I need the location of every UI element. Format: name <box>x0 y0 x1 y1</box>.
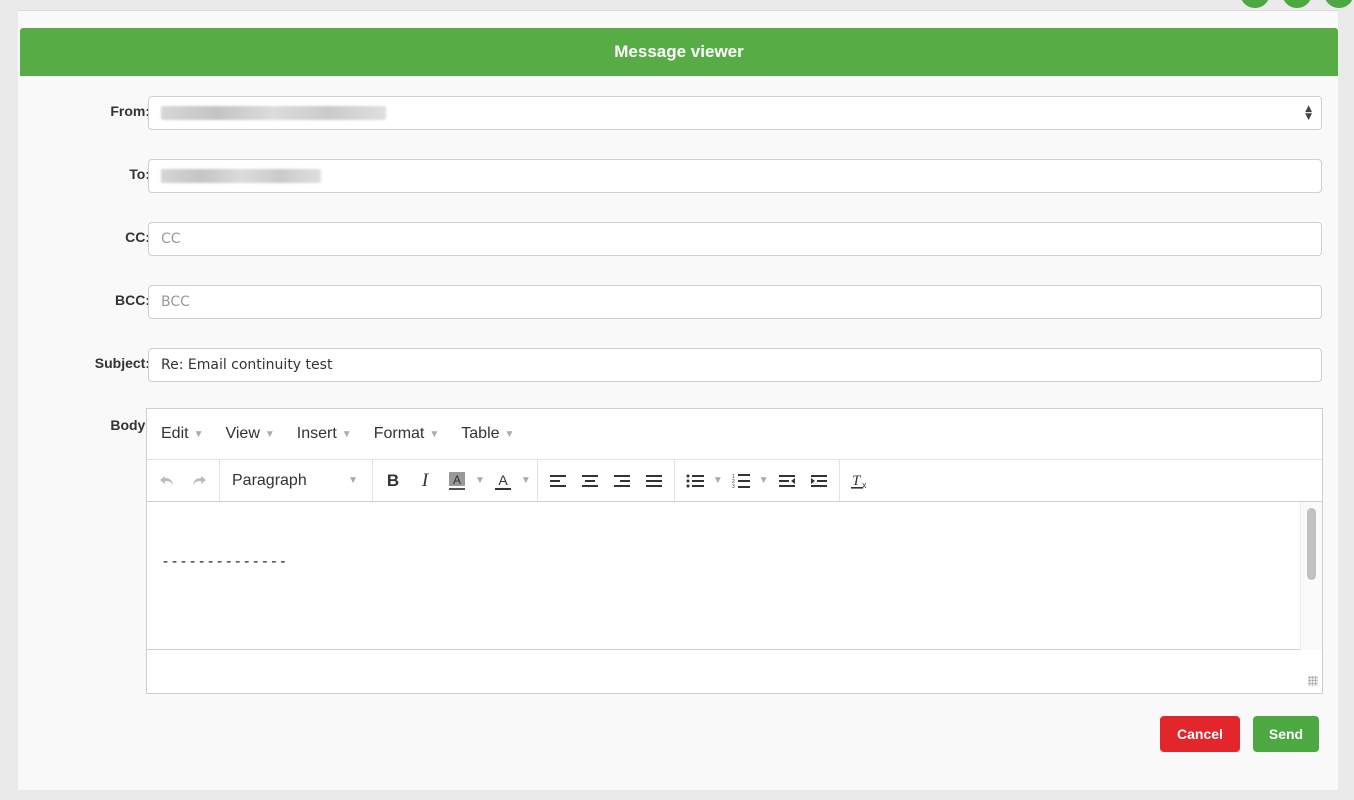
subject-field[interactable]: Re: Email continuity test <box>148 348 1322 382</box>
svg-text:T: T <box>852 473 862 489</box>
clear-format-group: Tx <box>840 460 880 501</box>
svg-text:A: A <box>498 472 508 488</box>
caret-down-icon: ▼ <box>264 428 275 440</box>
menu-insert-label: Insert <box>296 425 337 442</box>
body-editor: Edit ▼ View ▼ Insert ▼ Format ▼ Table ▼ Parag… <box>146 408 1323 694</box>
caret-down-icon[interactable]: ▼ <box>521 475 531 486</box>
italic-icon[interactable]: I <box>411 467 439 495</box>
editor-statusbar <box>147 650 1322 690</box>
window-control-circle[interactable] <box>1324 0 1354 8</box>
redacted-to-address <box>161 169 321 183</box>
editor-toolbar: Paragraph ▼ B I A ▼ A ▼ ▼ 1 2 3 ▼ T x <box>147 460 1322 502</box>
window-control-circle[interactable] <box>1282 0 1312 8</box>
menu-view-label: View <box>225 425 260 442</box>
list-group: ▼ 123 ▼ <box>675 460 840 501</box>
panel-title: Message viewer <box>20 28 1338 76</box>
undo-icon[interactable] <box>153 467 181 495</box>
background-color-icon[interactable]: A <box>443 467 471 495</box>
menu-table[interactable]: Table ▼ <box>461 425 514 443</box>
clear-formatting-icon[interactable]: Tx <box>846 467 874 495</box>
menu-view[interactable]: View ▼ <box>225 425 274 443</box>
history-group <box>147 460 220 501</box>
to-field[interactable] <box>148 159 1322 193</box>
text-color-icon[interactable]: A <box>489 467 517 495</box>
caret-down-icon[interactable]: ▼ <box>759 475 769 486</box>
menu-format-label: Format <box>373 425 425 442</box>
message-viewer-panel: Message viewer From: ▲ ▼ To: CC: CC BCC: … <box>18 10 1338 790</box>
caret-down-icon: ▼ <box>341 428 352 440</box>
menu-table-label: Table <box>461 425 500 442</box>
svg-text:A: A <box>453 473 461 487</box>
numbered-list-icon[interactable]: 123 <box>727 467 755 495</box>
cc-label: CC: <box>125 229 150 245</box>
caret-down-icon[interactable]: ▼ <box>475 475 485 486</box>
caret-down-icon: ▼ <box>429 428 440 440</box>
redacted-from-address <box>161 106 386 120</box>
body-text: -------------- <box>161 552 288 570</box>
text-style-group: B I A ▼ A ▼ <box>373 460 538 501</box>
align-right-icon[interactable] <box>608 467 636 495</box>
body-label: Body: <box>110 417 150 433</box>
from-select[interactable]: ▲ ▼ <box>148 96 1322 130</box>
send-button[interactable]: Send <box>1253 716 1319 752</box>
editor-content[interactable]: -------------- <box>147 502 1322 650</box>
subject-label: Subject: <box>94 355 150 371</box>
caret-down-icon[interactable]: ▼ <box>713 475 723 486</box>
align-center-icon[interactable] <box>576 467 604 495</box>
scrollbar-thumb[interactable] <box>1307 508 1316 580</box>
menu-edit[interactable]: Edit ▼ <box>161 425 203 443</box>
svg-text:x: x <box>862 480 867 490</box>
block-format-select[interactable]: Paragraph ▼ <box>226 467 366 495</box>
menu-insert[interactable]: Insert ▼ <box>297 425 352 443</box>
bcc-field[interactable]: BCC <box>148 285 1322 319</box>
svg-text:3: 3 <box>732 484 735 489</box>
window-controls <box>1240 0 1354 8</box>
menu-format[interactable]: Format ▼ <box>374 425 440 443</box>
indent-icon[interactable] <box>805 467 833 495</box>
alignment-group <box>538 460 675 501</box>
cc-field[interactable]: CC <box>148 222 1322 256</box>
select-arrows-icon: ▲ ▼ <box>1305 104 1312 122</box>
from-label: From: <box>110 103 150 119</box>
window-control-circle[interactable] <box>1240 0 1270 8</box>
block-format-label: Paragraph <box>232 471 307 489</box>
bcc-label: BCC: <box>115 292 150 308</box>
redo-icon[interactable] <box>185 467 213 495</box>
outdent-icon[interactable] <box>773 467 801 495</box>
caret-down-icon: ▼ <box>348 475 358 486</box>
editor-scrollbar[interactable] <box>1300 502 1322 650</box>
caret-down-icon: ▼ <box>193 428 204 440</box>
resize-handle-icon[interactable] <box>1308 676 1318 686</box>
bullet-list-icon[interactable] <box>681 467 709 495</box>
bold-icon[interactable]: B <box>379 467 407 495</box>
block-format-group: Paragraph ▼ <box>220 460 373 501</box>
caret-down-icon: ▼ <box>504 428 515 440</box>
menu-edit-label: Edit <box>161 425 189 442</box>
align-justify-icon[interactable] <box>640 467 668 495</box>
editor-menubar: Edit ▼ View ▼ Insert ▼ Format ▼ Table ▼ <box>147 409 1322 460</box>
cancel-button[interactable]: Cancel <box>1160 716 1240 752</box>
to-label: To: <box>129 166 150 182</box>
align-left-icon[interactable] <box>544 467 572 495</box>
